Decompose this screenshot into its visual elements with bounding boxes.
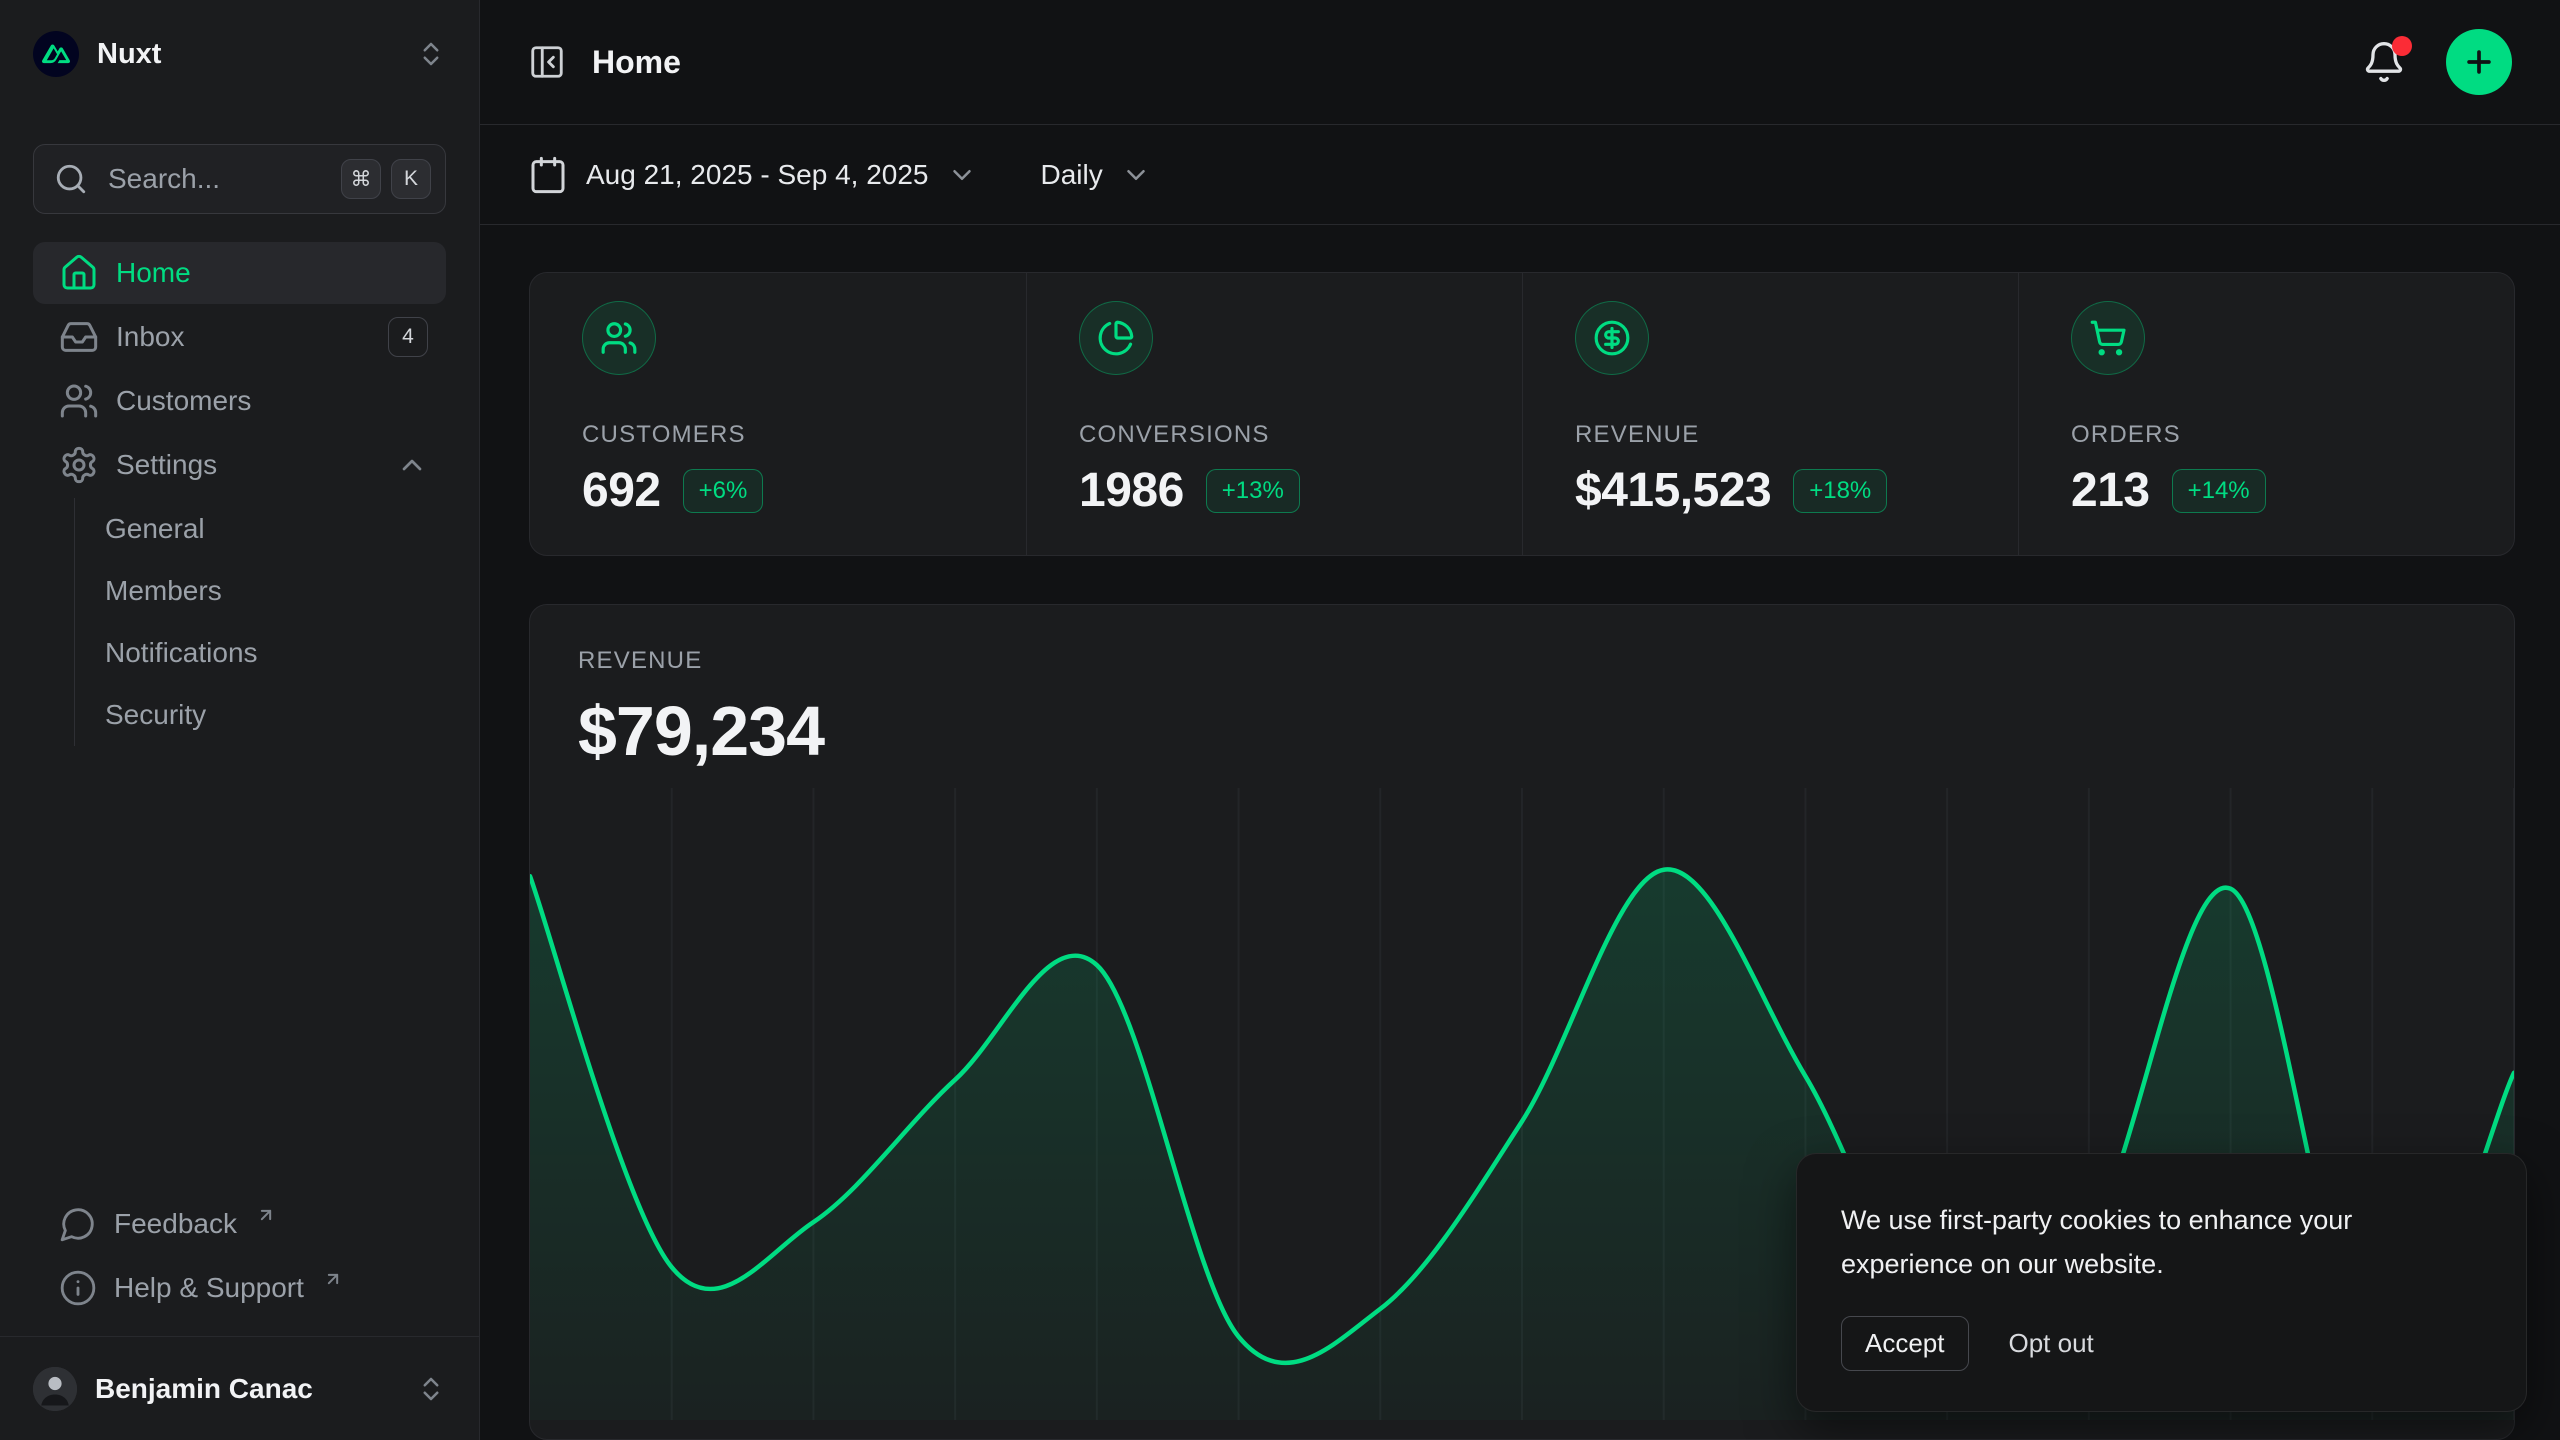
workspace-switcher[interactable]: Nuxt: [0, 30, 479, 78]
stat-delta-badge: +14%: [2172, 469, 2266, 513]
calendar-icon: [528, 155, 568, 195]
sidebar-item-customers[interactable]: Customers: [33, 370, 446, 432]
inbox-count-badge: 4: [388, 317, 428, 357]
revenue-chart-header: REVENUE $79,234: [530, 605, 2514, 771]
stat-value: 1986: [1079, 463, 1184, 518]
stat-card-customers[interactable]: CUSTOMERS 692 +6%: [530, 273, 1026, 555]
stat-value: $415,523: [1575, 463, 1771, 518]
stat-delta-badge: +6%: [683, 469, 764, 513]
stat-card-conversions[interactable]: CONVERSIONS 1986 +13%: [1026, 273, 1522, 555]
stat-label: REVENUE: [1575, 421, 1998, 449]
kbd-command-key: ⌘: [341, 159, 381, 199]
external-link-icon: [323, 1269, 343, 1289]
workspace-name: Nuxt: [97, 38, 161, 71]
sidebar-subitem-security[interactable]: Security: [75, 684, 446, 746]
gear-icon: [59, 445, 99, 485]
stat-card-revenue[interactable]: REVENUE $415,523 +18%: [1522, 273, 2018, 555]
chevron-down-icon: [947, 160, 977, 190]
nuxt-logo-icon: [33, 31, 79, 77]
filter-toolbar: Aug 21, 2025 - Sep 4, 2025 Daily: [480, 125, 2560, 225]
sidebar-item-help-support[interactable]: Help & Support: [33, 1260, 446, 1316]
inbox-icon: [59, 317, 99, 357]
sidebar-item-label: Settings: [116, 449, 217, 481]
info-circle-icon: [59, 1269, 97, 1307]
sidebar-item-label: Help & Support: [114, 1272, 304, 1304]
search-icon: [54, 162, 88, 196]
dollar-circle-icon: [1575, 301, 1649, 375]
search-placeholder: Search...: [108, 163, 220, 195]
sidebar-item-label: Home: [116, 257, 191, 289]
add-button[interactable]: [2446, 29, 2512, 95]
home-icon: [59, 253, 99, 293]
search-input[interactable]: Search... ⌘ K: [33, 144, 446, 214]
notification-dot: [2392, 36, 2412, 56]
search-shortcut: ⌘ K: [341, 159, 431, 199]
granularity-value: Daily: [1041, 159, 1103, 191]
stat-delta-badge: +18%: [1793, 469, 1887, 513]
sidebar-subitem-members[interactable]: Members: [75, 560, 446, 622]
shopping-cart-icon: [2071, 301, 2145, 375]
page-title: Home: [592, 44, 681, 81]
chevrons-up-down-icon: [416, 39, 446, 69]
page-header: Home: [480, 0, 2560, 125]
sidebar: Nuxt Search... ⌘ K Home: [0, 0, 480, 1440]
header-actions: [2362, 29, 2512, 95]
sidebar-nav: Home Inbox 4 Customers Settings: [0, 242, 479, 496]
date-range-value: Aug 21, 2025 - Sep 4, 2025: [586, 159, 929, 191]
sidebar-item-label: Customers: [116, 385, 251, 417]
chevron-up-icon: [396, 449, 428, 481]
chevron-down-icon: [1121, 160, 1151, 190]
cookie-actions: Accept Opt out: [1841, 1316, 2482, 1371]
cookie-message: We use first-party cookies to enhance yo…: [1841, 1198, 2482, 1286]
stat-value: 692: [582, 463, 661, 518]
sidebar-item-feedback[interactable]: Feedback: [33, 1196, 446, 1252]
stat-delta-badge: +13%: [1206, 469, 1300, 513]
stat-label: CUSTOMERS: [582, 421, 1006, 449]
pie-chart-icon: [1079, 301, 1153, 375]
sidebar-subitem-notifications[interactable]: Notifications: [75, 622, 446, 684]
stat-label: ORDERS: [2071, 421, 2494, 449]
app-window: Nuxt Search... ⌘ K Home: [0, 0, 2560, 1440]
sidebar-subitem-general[interactable]: General: [75, 498, 446, 560]
users-icon: [59, 381, 99, 421]
cookie-banner: We use first-party cookies to enhance yo…: [1796, 1153, 2527, 1412]
stats-panel: CUSTOMERS 692 +6% CONVERSIONS 1986 +13%: [529, 272, 2515, 556]
date-range-picker[interactable]: Aug 21, 2025 - Sep 4, 2025: [528, 155, 977, 195]
sidebar-item-label: Feedback: [114, 1208, 237, 1240]
revenue-chart-label: REVENUE: [578, 647, 2466, 675]
stat-card-orders[interactable]: ORDERS 213 +14%: [2018, 273, 2514, 555]
opt-out-button[interactable]: Opt out: [2009, 1328, 2094, 1359]
sidebar-item-home[interactable]: Home: [33, 242, 446, 304]
avatar: [33, 1367, 77, 1411]
chevrons-up-down-icon: [416, 1374, 446, 1404]
sidebar-item-label: Inbox: [116, 321, 185, 353]
user-menu[interactable]: Benjamin Canac: [0, 1336, 479, 1440]
sidebar-item-inbox[interactable]: Inbox 4: [33, 306, 446, 368]
kbd-k-key: K: [391, 159, 431, 199]
collapse-sidebar-button[interactable]: [528, 43, 566, 81]
sidebar-footer: Feedback Help & Support: [0, 1196, 479, 1336]
stat-label: CONVERSIONS: [1079, 421, 1502, 449]
accept-cookies-button[interactable]: Accept: [1841, 1316, 1969, 1371]
external-link-icon: [256, 1205, 276, 1225]
granularity-select[interactable]: Daily: [1041, 159, 1151, 191]
notifications-button[interactable]: [2362, 40, 2406, 84]
revenue-chart-value: $79,234: [578, 691, 2466, 771]
user-name: Benjamin Canac: [95, 1373, 313, 1405]
settings-subnav: General Members Notifications Security: [74, 498, 446, 746]
sidebar-item-settings[interactable]: Settings: [33, 434, 446, 496]
users-icon: [582, 301, 656, 375]
stat-value: 213: [2071, 463, 2150, 518]
message-bubble-icon: [59, 1205, 97, 1243]
